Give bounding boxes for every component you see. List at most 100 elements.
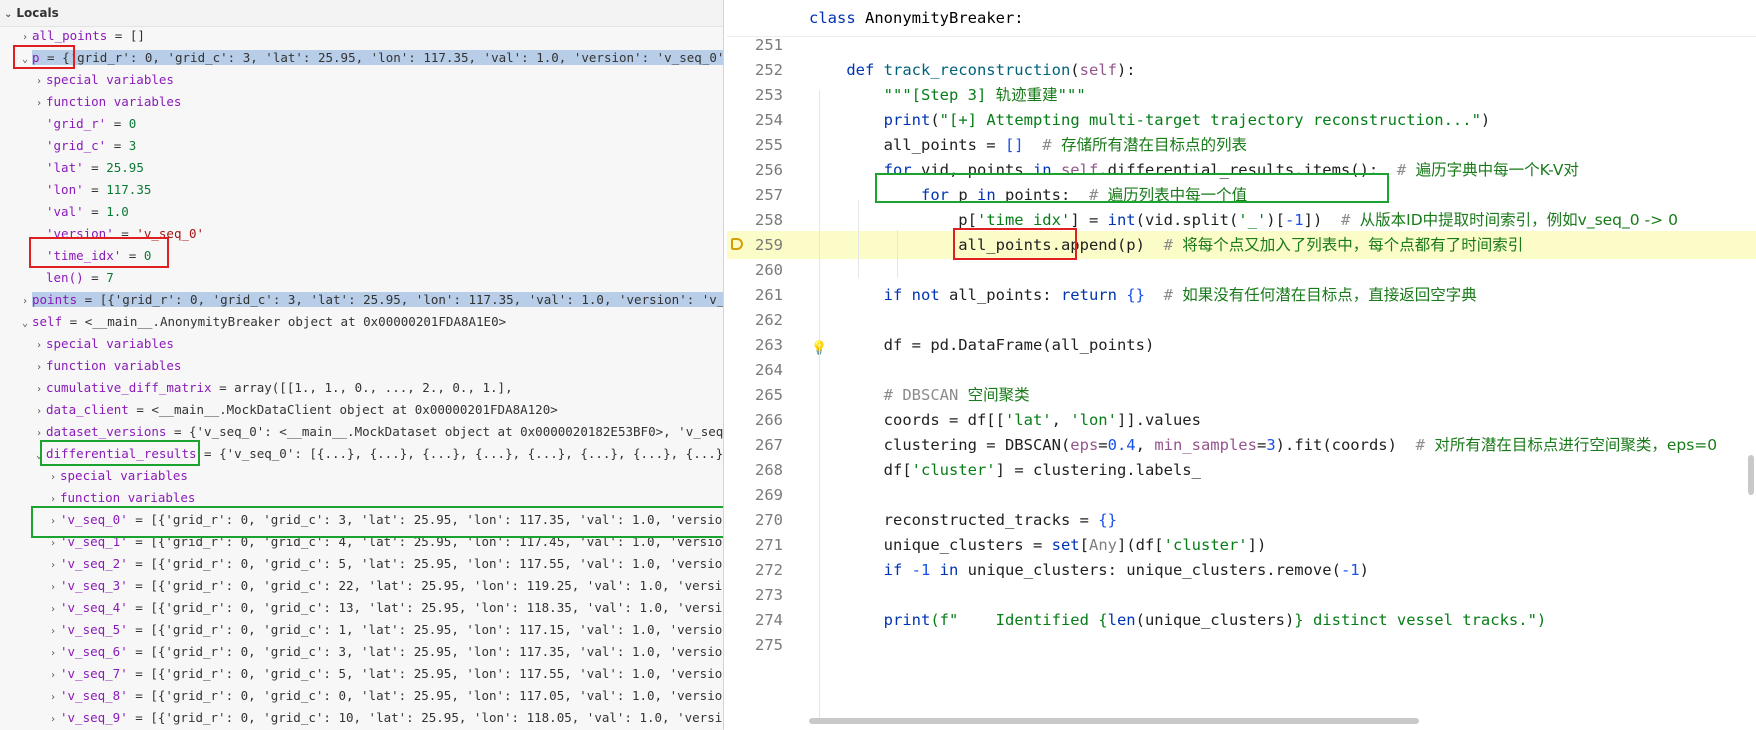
code-line[interactable]: 261 if not all_points: return {} # 如果没有任…: [727, 281, 1756, 309]
variable-row[interactable]: 'lon' = 117.35: [0, 179, 723, 201]
code-line[interactable]: 253 """[Step 3] 轨迹重建""": [727, 81, 1756, 109]
horizontal-scrollbar[interactable]: [809, 718, 1419, 724]
code-line[interactable]: 268 df['cluster'] = clustering.labels_: [727, 456, 1756, 484]
code-token: in: [976, 186, 1005, 204]
variable-row[interactable]: › special variables: [0, 333, 723, 355]
chevron-down-icon[interactable]: ⌄: [32, 445, 46, 465]
code-line[interactable]: 274 print(f" Identified {len(unique_clus…: [727, 606, 1756, 634]
code-token: unique_clusters =: [809, 536, 1052, 554]
code-line[interactable]: 257 for p in points: # 遍历列表中每一个值: [727, 181, 1756, 209]
line-number: 256: [755, 161, 783, 179]
chevron-right-icon[interactable]: ›: [18, 291, 32, 311]
code-line[interactable]: 252 def track_reconstruction(self):: [727, 56, 1756, 84]
variable-row[interactable]: › all_points = []: [0, 25, 723, 47]
variable-row[interactable]: ›'v_seq_0' = [{'grid_r': 0, 'grid_c': 3,…: [0, 509, 723, 531]
variable-value: <__main__.AnonymityBreaker object at 0x0…: [84, 314, 507, 329]
variable-row[interactable]: ›'v_seq_7' = [{'grid_r': 0, 'grid_c': 5,…: [0, 663, 723, 685]
code-line[interactable]: 273: [727, 581, 1756, 609]
chevron-right-icon[interactable]: ›: [46, 621, 60, 641]
code-line[interactable]: 267 clustering = DBSCAN(eps=0.4, min_sam…: [727, 431, 1756, 459]
code-token: clustering = DBSCAN(: [809, 436, 1071, 454]
chevron-right-icon[interactable]: ›: [46, 533, 60, 553]
code-line[interactable]: 265 # DBSCAN 空间聚类: [727, 381, 1756, 409]
chevron-right-icon[interactable]: ›: [32, 401, 46, 421]
code-line[interactable]: 258 p['time_idx'] = int(vid.split('_')[-…: [727, 206, 1756, 234]
variable-row[interactable]: ⌄ differential_results = {'v_seq_0': [{..…: [0, 443, 723, 465]
variable-name: 'v_seq_8': [60, 688, 128, 703]
chevron-right-icon[interactable]: ›: [46, 489, 60, 509]
code-line[interactable]: 256 for vid, points in self.differential…: [727, 156, 1756, 184]
chevron-right-icon[interactable]: ›: [46, 511, 60, 531]
variable-row[interactable]: ›'v_seq_5' = [{'grid_r': 0, 'grid_c': 1,…: [0, 619, 723, 641]
variable-row[interactable]: 'lat' = 25.95: [0, 157, 723, 179]
variable-row[interactable]: › cumulative_diff_matrix = array([[1., 1.…: [0, 377, 723, 399]
variable-row[interactable]: ›'v_seq_8' = [{'grid_r': 0, 'grid_c': 0,…: [0, 685, 723, 707]
code-line[interactable]: 264: [727, 356, 1756, 384]
code-line[interactable]: 💡263 df = pd.DataFrame(all_points): [727, 331, 1756, 359]
variable-row[interactable]: 'grid_c' = 3: [0, 135, 723, 157]
line-number: 269: [755, 486, 783, 504]
code-token: (unique_clusters): [1135, 611, 1295, 629]
variable-row[interactable]: ⌄ self = <__main__.AnonymityBreaker objec…: [0, 311, 723, 333]
chevron-down-icon[interactable]: ⌄: [18, 49, 32, 69]
variable-row[interactable]: len() = 7: [0, 267, 723, 289]
code-line[interactable]: 275: [727, 631, 1756, 659]
variable-row[interactable]: › special variables: [0, 465, 723, 487]
code-token: all_points:: [948, 286, 1061, 304]
code-token: ]): [1247, 536, 1267, 554]
variable-row[interactable]: › function variables: [0, 355, 723, 377]
variable-row[interactable]: › points = [{'grid_r': 0, 'grid_c': 3, 'l…: [0, 289, 723, 311]
chevron-right-icon[interactable]: ›: [46, 599, 60, 619]
variable-row[interactable]: 'time_idx' = 0: [0, 245, 723, 267]
chevron-right-icon[interactable]: ›: [32, 335, 46, 355]
variable-row[interactable]: ›'v_seq_1' = [{'grid_r': 0, 'grid_c': 4,…: [0, 531, 723, 553]
variable-row[interactable]: › function variables: [0, 91, 723, 113]
chevron-down-icon[interactable]: ⌄: [18, 313, 32, 333]
chevron-right-icon[interactable]: ›: [32, 357, 46, 377]
chevron-right-icon[interactable]: ›: [32, 71, 46, 91]
chevron-right-icon[interactable]: ›: [46, 643, 60, 663]
chevron-right-icon[interactable]: ›: [32, 379, 46, 399]
variable-row[interactable]: 'version' = 'v_seq_0': [0, 223, 723, 245]
code-line[interactable]: 251: [727, 31, 1756, 59]
code-line[interactable]: 269: [727, 481, 1756, 509]
code-line[interactable]: 271 unique_clusters = set[Any](df['clust…: [727, 531, 1756, 559]
chevron-right-icon[interactable]: ›: [18, 27, 32, 47]
chevron-right-icon[interactable]: ›: [46, 709, 60, 729]
variable-row[interactable]: › data_client = <__main__.MockDataClient …: [0, 399, 723, 421]
chevron-right-icon[interactable]: ›: [32, 423, 46, 443]
code-line[interactable]: 259 all_points.append(p) # 将每个点又加入了列表中，每…: [727, 231, 1756, 259]
variable-row[interactable]: ›'v_seq_6' = [{'grid_r': 0, 'grid_c': 3,…: [0, 641, 723, 663]
variable-row[interactable]: › special variables: [0, 69, 723, 91]
variable-row[interactable]: ›'v_seq_3' = [{'grid_r': 0, 'grid_c': 22…: [0, 575, 723, 597]
code-token: return: [1060, 286, 1127, 304]
line-number: 257: [755, 186, 783, 204]
variable-row[interactable]: › function variables: [0, 487, 723, 509]
chevron-right-icon[interactable]: ›: [46, 555, 60, 575]
variable-row[interactable]: ›'v_seq_2' = [{'grid_r': 0, 'grid_c': 5,…: [0, 553, 723, 575]
chevron-right-icon[interactable]: ›: [46, 577, 60, 597]
variable-row[interactable]: › dataset_versions = {'v_seq_0': <__main_…: [0, 421, 723, 443]
variable-row[interactable]: ›'v_seq_4' = [{'grid_r': 0, 'grid_c': 13…: [0, 597, 723, 619]
chevron-right-icon[interactable]: ›: [32, 93, 46, 113]
code-line[interactable]: 255 all_points = [] # 存储所有潜在目标点的列表: [727, 131, 1756, 159]
code-line[interactable]: 270 reconstructed_tracks = {}: [727, 506, 1756, 534]
vertical-scrollbar[interactable]: [1748, 455, 1754, 495]
code-line[interactable]: 272 if -1 in unique_clusters: unique_clu…: [727, 556, 1756, 584]
chevron-right-icon[interactable]: ›: [46, 687, 60, 707]
variable-row[interactable]: ›'v_seq_9' = [{'grid_r': 0, 'grid_c': 10…: [0, 707, 723, 729]
code-editor[interactable]: class AnonymityBreaker: 251 252 def track…: [727, 0, 1756, 730]
variable-row[interactable]: 'grid_r' = 0: [0, 113, 723, 135]
chevron-right-icon[interactable]: ›: [46, 665, 60, 685]
code-line[interactable]: 266 coords = df[['lat', 'lon']].values: [727, 406, 1756, 434]
code-line[interactable]: 260: [727, 256, 1756, 284]
code-text: df = pd.DataFrame(all_points): [809, 331, 1155, 359]
variable-row[interactable]: ⌄ p = {'grid_r': 0, 'grid_c': 3, 'lat': 2…: [0, 47, 723, 69]
chevron-right-icon[interactable]: ›: [46, 467, 60, 487]
code-line[interactable]: 254 print("[+] Attempting multi-target t…: [727, 106, 1756, 134]
variable-row[interactable]: 'val' = 1.0: [0, 201, 723, 223]
equals-sign: =: [107, 28, 130, 43]
code-line[interactable]: 262: [727, 306, 1756, 334]
locals-section-header[interactable]: ⌄ Locals: [0, 0, 723, 27]
